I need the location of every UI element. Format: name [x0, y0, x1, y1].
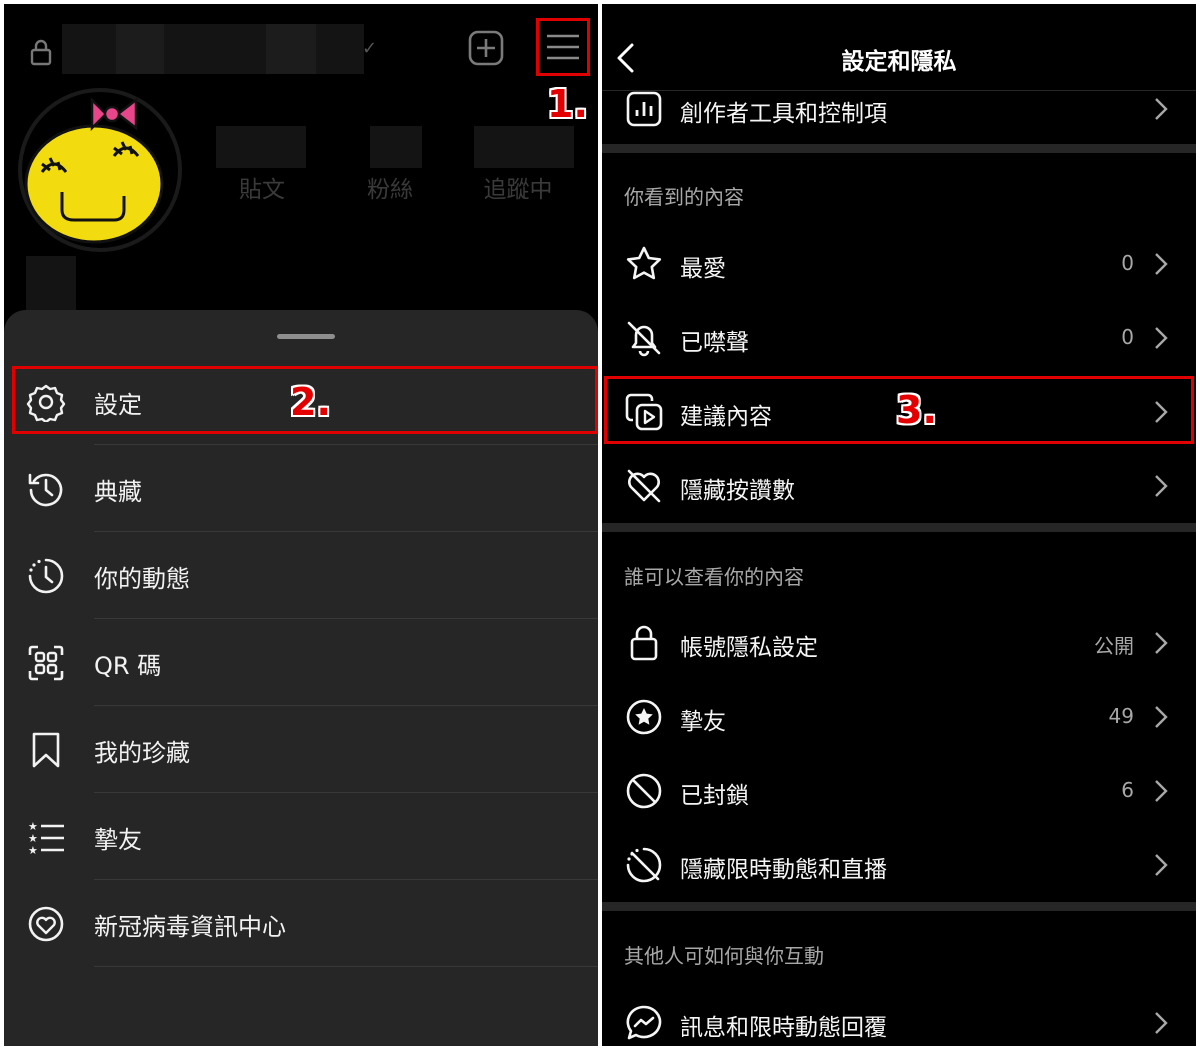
chevron-right-icon — [1155, 706, 1168, 728]
settings-item-favorites[interactable]: 最愛 0 — [602, 227, 1196, 301]
settings-item-account-privacy[interactable]: 帳號隱私設定 公開 — [602, 606, 1196, 680]
heart-off-icon — [627, 469, 661, 503]
username-redacted[interactable] — [62, 24, 364, 74]
bar-chart-icon — [626, 91, 662, 127]
divider — [94, 966, 598, 967]
step-label-1: 1. — [547, 82, 588, 126]
lock-icon — [30, 39, 52, 66]
create-post-icon[interactable] — [468, 30, 504, 66]
settings-item-label: 隱藏限時動態和直播 — [680, 857, 887, 883]
settings-item-value: 49 — [1108, 704, 1134, 728]
chevron-right-icon — [1155, 475, 1168, 497]
follower-count-redacted — [370, 126, 422, 168]
settings-item-label: 帳號隱私設定 — [680, 635, 818, 661]
section-divider — [602, 523, 1196, 532]
stat-posts-label[interactable]: 貼文 — [202, 170, 322, 204]
profile-screen: ✓ 1. 貼文 粉絲 追蹤中 設定 典藏 你的動態 QR 碼 我的珍藏 ★ ★ … — [4, 4, 598, 1046]
settings-item-value: 公開 — [1094, 634, 1134, 658]
close-friends-icon: ★ ★ ★ — [28, 820, 64, 857]
settings-item-label: 創作者工具和控制項 — [680, 101, 887, 127]
section-divider — [602, 144, 1196, 153]
chevron-right-icon — [1155, 98, 1168, 120]
settings-item-value: 6 — [1121, 778, 1134, 802]
section-header: 你看到的內容 — [624, 185, 744, 209]
story-off-icon — [626, 847, 662, 883]
qr-code-icon — [28, 645, 64, 681]
menu-item-saved[interactable]: 我的珍藏 — [4, 706, 598, 793]
settings-item-label: 已封鎖 — [680, 783, 749, 809]
chevron-right-icon — [1155, 780, 1168, 802]
bell-off-icon — [627, 321, 661, 357]
highlight-box-menu — [536, 18, 590, 76]
menu-item-label: 你的動態 — [94, 565, 190, 593]
menu-item-label: 我的珍藏 — [94, 739, 190, 767]
menu-item-label: 摯友 — [94, 826, 142, 854]
menu-item-archive[interactable]: 典藏 — [4, 445, 598, 532]
header-divider — [602, 90, 1196, 91]
stat-followers-label[interactable]: 粉絲 — [330, 170, 450, 204]
display-name-redacted — [26, 256, 76, 310]
bookmark-icon — [32, 732, 60, 768]
menu-item-covid-info[interactable]: 新冠病毒資訊中心 — [4, 880, 598, 967]
svg-text:★: ★ — [28, 844, 38, 857]
star-circle-icon — [626, 699, 662, 735]
settings-item-label: 最愛 — [680, 256, 726, 282]
block-icon — [626, 773, 662, 809]
settings-item-close-friends[interactable]: 摯友 49 — [602, 680, 1196, 754]
settings-item-label: 隱藏按讚數 — [680, 478, 795, 504]
settings-item-label: 已噤聲 — [680, 330, 749, 356]
settings-item-messages-replies[interactable]: 訊息和限時動態回覆 — [602, 986, 1196, 1046]
sheet-drag-handle[interactable] — [277, 334, 335, 339]
chevron-right-icon — [1155, 632, 1168, 654]
lock-icon — [630, 625, 658, 661]
archive-history-icon — [28, 473, 63, 507]
chevron-right-icon — [1155, 327, 1168, 349]
settings-privacy-screen: 設定和隱私 創作者工具和控制項 設定和隱私 你看到的內容 最愛 0 已噤聲 — [602, 4, 1196, 1046]
menu-item-label: 典藏 — [94, 478, 142, 506]
covid-info-icon — [28, 906, 64, 942]
settings-item-hide-story-live[interactable]: 隱藏限時動態和直播 — [602, 828, 1196, 902]
menu-item-label: QR 碼 — [94, 652, 162, 680]
section-divider — [602, 902, 1196, 911]
settings-item-value: 0 — [1121, 325, 1134, 349]
settings-item-hide-likes[interactable]: 隱藏按讚數 — [602, 449, 1196, 523]
step-label-3: 3. — [896, 388, 937, 432]
messenger-icon — [626, 1005, 662, 1040]
chevron-right-icon — [1155, 253, 1168, 275]
star-icon — [626, 246, 662, 280]
section-header: 其他人可如何與你互動 — [624, 944, 824, 968]
settings-item-value: 0 — [1121, 251, 1134, 275]
post-count-redacted — [216, 126, 306, 168]
menu-item-qr-code[interactable]: QR 碼 — [4, 619, 598, 706]
menu-item-your-activity[interactable]: 你的動態 — [4, 532, 598, 619]
stat-following-label[interactable]: 追蹤中 — [458, 170, 578, 204]
username-redacted-part — [266, 24, 316, 74]
chevron-down-icon[interactable]: ✓ — [362, 38, 377, 59]
settings-item-label: 摯友 — [680, 709, 726, 735]
chevron-right-icon — [1155, 854, 1168, 876]
step-label-2: 2. — [290, 380, 331, 424]
menu-item-label: 新冠病毒資訊中心 — [94, 913, 286, 941]
chevron-right-icon — [1155, 1012, 1168, 1034]
activity-icon — [28, 558, 64, 594]
settings-item-blocked[interactable]: 已封鎖 6 — [602, 754, 1196, 828]
section-header: 誰可以查看你的內容 — [624, 565, 804, 589]
username-redacted-part — [116, 24, 164, 74]
following-count-redacted — [474, 126, 574, 168]
page-title: 設定和隱私 — [841, 49, 957, 75]
settings-item-muted[interactable]: 已噤聲 0 — [602, 301, 1196, 375]
avatar[interactable] — [14, 84, 186, 256]
settings-item-label: 訊息和限時動態回覆 — [680, 1015, 887, 1041]
menu-item-close-friends[interactable]: ★ ★ ★ 摯友 — [4, 793, 598, 880]
